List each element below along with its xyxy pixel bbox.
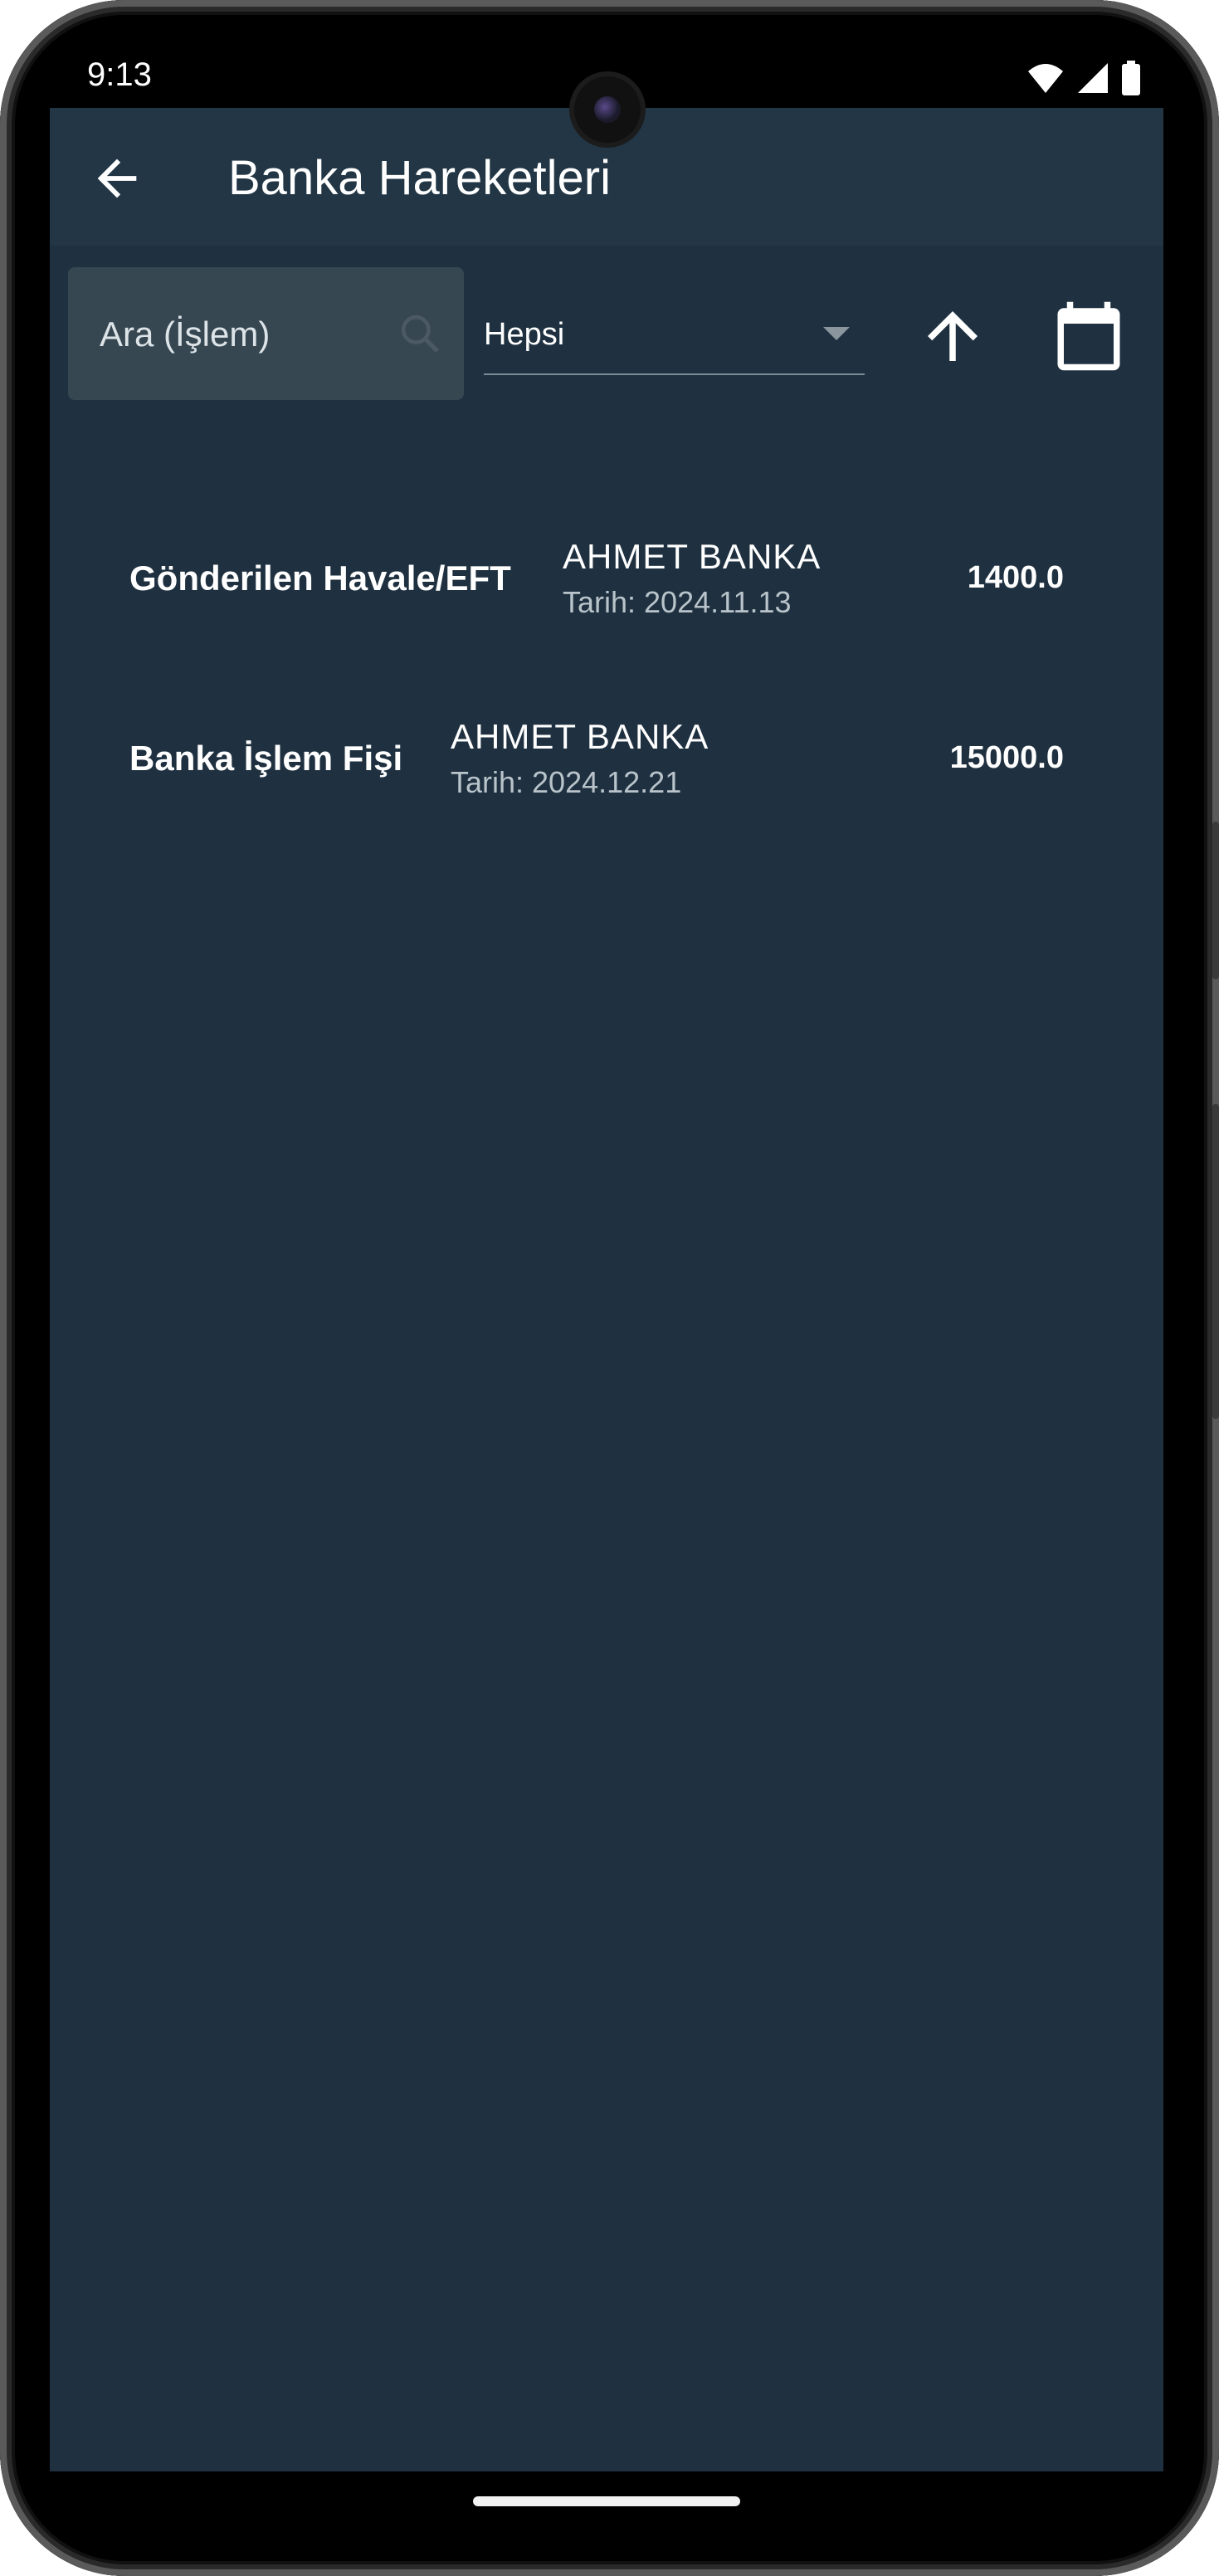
transaction-date: Tarih: 2024.12.21 (451, 765, 682, 799)
chevron-down-icon (823, 327, 850, 340)
back-button[interactable] (88, 149, 146, 207)
transaction-bank: AHMET BANKA (563, 537, 822, 576)
app-screen: Banka Hareketleri Hepsi Gönderilen Haval… (50, 108, 1163, 2471)
arrow-left-icon (97, 159, 137, 198)
type-filter-dropdown[interactable]: Hepsi (484, 290, 865, 375)
transaction-bank: AHMET BANKA (451, 717, 709, 756)
status-time: 9:13 (87, 56, 152, 93)
device-frame: 9:13 Banka Hareketleri Ara (İşlem) Hepsi… (0, 0, 1219, 2576)
page-title: Banka Hareketleri (228, 151, 611, 205)
transaction-type: Gönderilen Havale/EFT (129, 559, 511, 598)
volume-button (1212, 1104, 1219, 1419)
calendar-icon (1057, 301, 1120, 371)
cellular-signal-icon (1078, 63, 1108, 93)
transaction-row[interactable]: Banka İşlem Fişi AHMET BANKA Tarih: 2024… (50, 666, 1163, 832)
search-field[interactable] (68, 267, 464, 400)
date-filter-button[interactable] (1051, 299, 1126, 373)
transaction-date: Tarih: 2024.11.13 (563, 585, 792, 619)
power-button (1212, 822, 1219, 979)
wifi-icon (1028, 64, 1063, 93)
front-camera (574, 76, 641, 143)
status-icons (1026, 60, 1141, 96)
home-indicator[interactable] (473, 2496, 740, 2506)
search-input[interactable] (98, 307, 367, 362)
battery-icon (1122, 61, 1140, 95)
arrow-up-icon (928, 311, 978, 361)
transaction-row[interactable]: Gönderilen Havale/EFT AHMET BANKA Tarih:… (50, 485, 1163, 651)
transaction-type: Banka İşlem Fişi (129, 739, 403, 778)
search-icon[interactable] (397, 310, 443, 357)
sort-button[interactable] (915, 299, 990, 373)
transaction-amount: 15000.0 (949, 740, 1064, 775)
transaction-amount: 1400.0 (967, 560, 1064, 595)
type-filter-value: Hepsi (484, 317, 565, 352)
